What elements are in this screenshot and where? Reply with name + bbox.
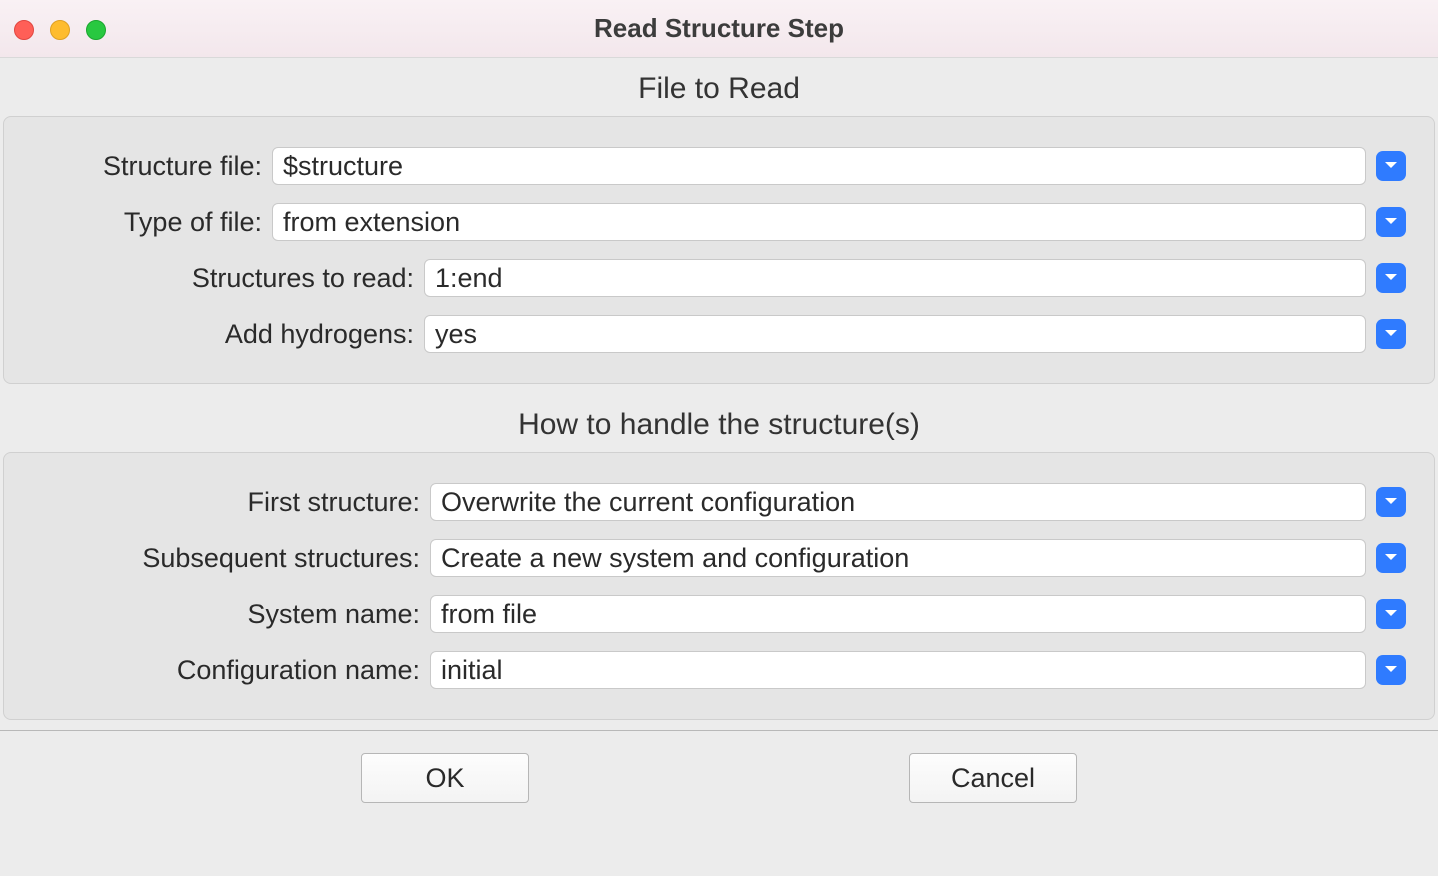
label-subsequent-structures: Subsequent structures: [32, 543, 430, 574]
structures-to-read-input[interactable] [424, 259, 1366, 297]
combo-subsequent-structures [430, 539, 1406, 577]
first-structure-dropdown-button[interactable] [1376, 487, 1406, 517]
label-first-structure: First structure: [32, 487, 430, 518]
window-title: Read Structure Step [0, 13, 1438, 44]
label-configuration-name: Configuration name: [32, 655, 430, 686]
combo-structures-to-read [424, 259, 1406, 297]
row-type-of-file: Type of file: [32, 203, 1406, 241]
system-name-input[interactable] [430, 595, 1366, 633]
row-structures-to-read: Structures to read: [32, 259, 1406, 297]
label-structures-to-read: Structures to read: [32, 263, 424, 294]
system-name-dropdown-button[interactable] [1376, 599, 1406, 629]
row-subsequent-structures: Subsequent structures: [32, 539, 1406, 577]
row-first-structure: First structure: [32, 483, 1406, 521]
combo-system-name [430, 595, 1406, 633]
section-title-file-to-read: File to Read [0, 58, 1438, 116]
configuration-name-dropdown-button[interactable] [1376, 655, 1406, 685]
dialog-footer: OK Cancel [0, 730, 1438, 833]
chevron-down-icon [1383, 271, 1399, 286]
close-window-button[interactable] [14, 20, 34, 40]
minimize-window-button[interactable] [50, 20, 70, 40]
ok-button[interactable]: OK [361, 753, 529, 803]
configuration-name-input[interactable] [430, 651, 1366, 689]
row-configuration-name: Configuration name: [32, 651, 1406, 689]
subsequent-structures-dropdown-button[interactable] [1376, 543, 1406, 573]
add-hydrogens-input[interactable] [424, 315, 1366, 353]
chevron-down-icon [1383, 663, 1399, 678]
label-add-hydrogens: Add hydrogens: [32, 319, 424, 350]
titlebar: Read Structure Step [0, 0, 1438, 58]
label-type-of-file: Type of file: [32, 207, 272, 238]
type-of-file-dropdown-button[interactable] [1376, 207, 1406, 237]
dialog-window: Read Structure Step File to Read Structu… [0, 0, 1438, 833]
section-title-handle-structures: How to handle the structure(s) [0, 394, 1438, 452]
row-add-hydrogens: Add hydrogens: [32, 315, 1406, 353]
structure-file-input[interactable] [272, 147, 1366, 185]
label-system-name: System name: [32, 599, 430, 630]
combo-first-structure [430, 483, 1406, 521]
type-of-file-input[interactable] [272, 203, 1366, 241]
cancel-button[interactable]: Cancel [909, 753, 1077, 803]
structures-to-read-dropdown-button[interactable] [1376, 263, 1406, 293]
label-structure-file: Structure file: [32, 151, 272, 182]
chevron-down-icon [1383, 551, 1399, 566]
first-structure-input[interactable] [430, 483, 1366, 521]
add-hydrogens-dropdown-button[interactable] [1376, 319, 1406, 349]
panel-file-to-read: Structure file: Type of file: [3, 116, 1435, 384]
combo-type-of-file [272, 203, 1406, 241]
row-structure-file: Structure file: [32, 147, 1406, 185]
zoom-window-button[interactable] [86, 20, 106, 40]
chevron-down-icon [1383, 215, 1399, 230]
combo-add-hydrogens [424, 315, 1406, 353]
panel-handle-structures: First structure: Subsequent structures: [3, 452, 1435, 720]
window-controls [14, 20, 106, 40]
chevron-down-icon [1383, 495, 1399, 510]
combo-structure-file [272, 147, 1406, 185]
row-system-name: System name: [32, 595, 1406, 633]
subsequent-structures-input[interactable] [430, 539, 1366, 577]
structure-file-dropdown-button[interactable] [1376, 151, 1406, 181]
chevron-down-icon [1383, 327, 1399, 342]
chevron-down-icon [1383, 607, 1399, 622]
chevron-down-icon [1383, 159, 1399, 174]
combo-configuration-name [430, 651, 1406, 689]
